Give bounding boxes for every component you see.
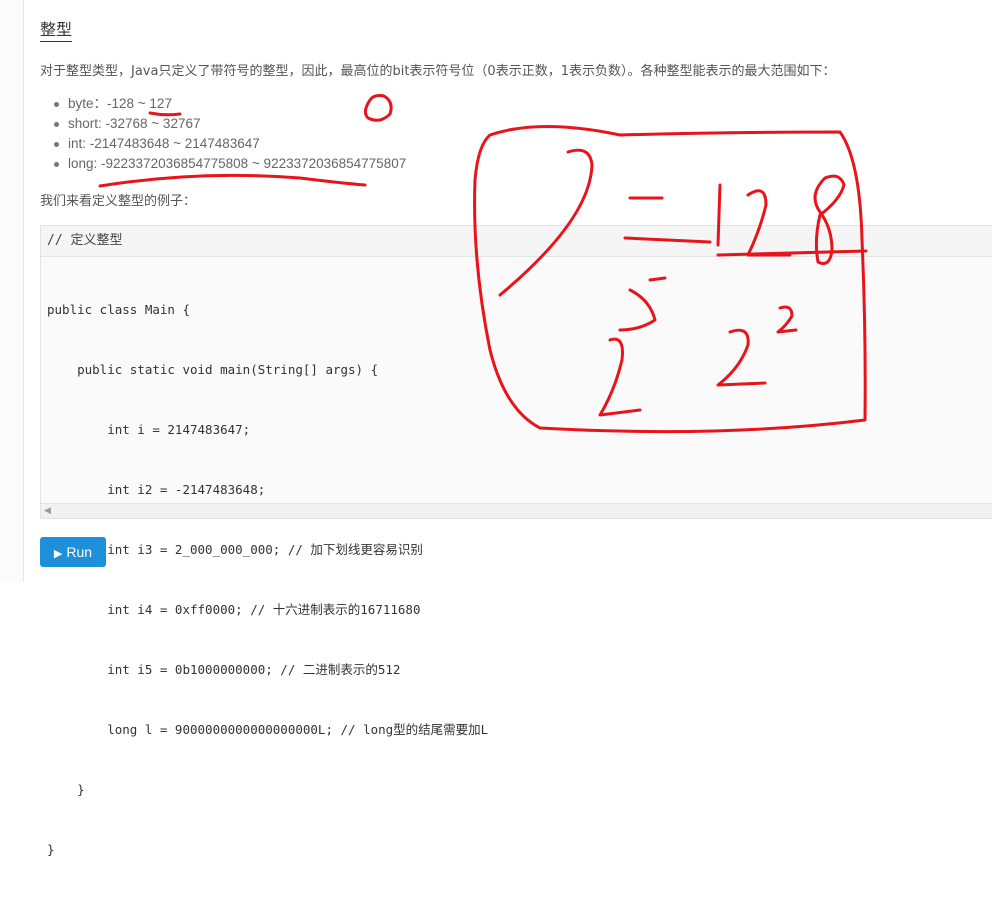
code-line: int i5 = 0b1000000000; // 二进制表示的512 — [47, 662, 401, 677]
left-rail — [0, 0, 24, 582]
intro-paragraph: 对于整型类型，Java只定义了带符号的整型，因此，最高位的bit表示符号位（0表… — [40, 64, 836, 79]
list-item-int: int: -2147483648 ~ 2147483647 — [52, 134, 406, 154]
underline-long — [98, 173, 367, 188]
list-item-long: long: -9223372036854775808 ~ 92233720368… — [52, 154, 406, 174]
code-line: int i = 2147483647; — [47, 422, 251, 437]
code-line: int i3 = 2_000_000_000; // 加下划线更容易识别 — [47, 542, 423, 557]
run-button-label: Run — [66, 544, 93, 560]
example-lead: 我们来看定义整型的例子： — [40, 194, 197, 209]
code-editor[interactable]: // 定义整型 public class Main { public stati… — [40, 225, 992, 857]
code-line: int i4 = 0xff0000; // 十六进制表示的16711680 — [47, 602, 421, 617]
code-line: long l = 9000000000000000000L; // long型的… — [47, 722, 489, 737]
integer-range-list: byte：-128 ~ 127 short: -32768 ~ 32767 in… — [52, 94, 406, 174]
list-item-byte: byte：-128 ~ 127 — [52, 94, 406, 114]
code-line: int i2 = -2147483648; — [47, 482, 266, 497]
code-line: } — [47, 782, 85, 797]
section-title: 整型 — [40, 20, 73, 42]
code-line: public static void main(String[] args) { — [47, 362, 379, 377]
code-comment-header: // 定义整型 — [41, 226, 992, 257]
run-button[interactable]: ▶ Run — [40, 537, 106, 567]
triangle-left-icon[interactable]: ◀ — [44, 506, 51, 516]
horizontal-scrollbar[interactable]: ◀ — [41, 503, 992, 518]
code-line: public class Main { — [47, 302, 190, 317]
play-icon: ▶ — [53, 548, 63, 560]
list-item-short: short: -32768 ~ 32767 — [52, 114, 406, 134]
code-body[interactable]: public class Main { public static void m… — [47, 260, 488, 900]
code-line: } — [47, 842, 55, 857]
